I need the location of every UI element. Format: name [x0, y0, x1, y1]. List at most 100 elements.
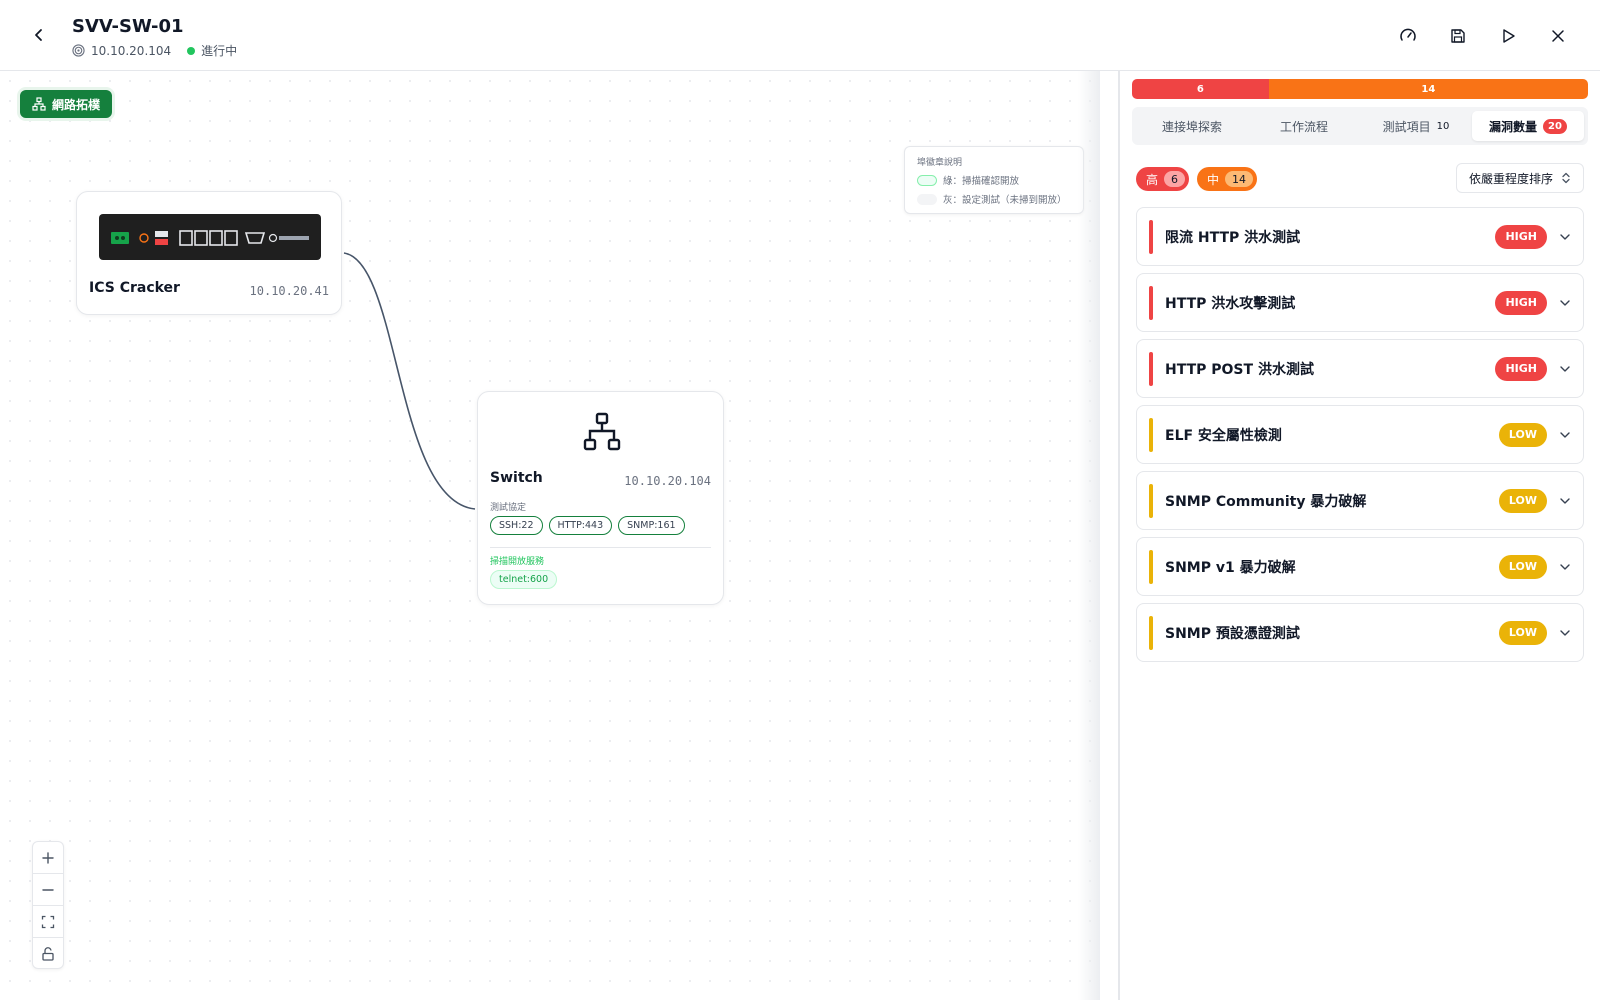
save-button[interactable] — [1444, 22, 1472, 50]
plus-icon — [42, 851, 54, 864]
device-image — [99, 214, 321, 260]
protocol-pill: SSH:22 — [490, 516, 543, 535]
severity-indicator — [1149, 220, 1153, 254]
lock-button[interactable] — [33, 938, 63, 970]
gauge-icon — [1400, 28, 1416, 41]
protocol-pill: HTTP:443 — [548, 516, 613, 535]
node-ics-cracker[interactable]: ICS Cracker 10.10.20.41 — [76, 191, 342, 315]
severity-indicator — [1149, 352, 1153, 386]
severity-badge: HIGH — [1495, 290, 1547, 315]
chevron-down-icon — [1560, 365, 1570, 372]
expand-button[interactable] — [1557, 493, 1573, 509]
topology-canvas[interactable]: 網路拓樸 埠徽章說明 綠：掃描確認開放 灰：設定測試（未掃到開放） ICS Cr… — [0, 71, 1100, 1000]
tab-label: 工作流程 — [1279, 119, 1328, 134]
expand-button[interactable] — [1557, 427, 1573, 443]
expand-button[interactable] — [1557, 625, 1573, 641]
tab-port-discovery[interactable]: 連接埠探索 — [1136, 111, 1248, 141]
legend-row-gray: 灰：設定測試（未掃到開放） — [917, 192, 1071, 206]
zoom-controls — [32, 841, 64, 969]
expand-button[interactable] — [1557, 361, 1573, 377]
header-actions — [1394, 22, 1572, 50]
severity-indicator — [1149, 550, 1153, 584]
gauge-button[interactable] — [1394, 22, 1422, 50]
legend-gray-label: 灰：設定測試（未掃到開放） — [943, 195, 1067, 206]
node-name: ICS Cracker — [89, 280, 180, 296]
tab-badge: 20 — [1543, 118, 1567, 134]
tab-vulnerabilities[interactable]: 漏洞數量 20 — [1472, 111, 1584, 141]
vulnerability-item[interactable]: SNMP Community 暴力破解 LOW — [1136, 471, 1584, 530]
service-pill: telnet:600 — [490, 570, 558, 589]
filter-chip-medium[interactable]: 中 14 — [1197, 167, 1258, 191]
close-button[interactable] — [1544, 22, 1572, 50]
save-icon — [1451, 29, 1465, 43]
switch-network-icon — [583, 412, 621, 451]
expand-button[interactable] — [1557, 559, 1573, 575]
node-switch[interactable]: Switch 10.10.20.104 測試協定 SSH:22 HTTP:443… — [477, 391, 724, 605]
tab-workflow[interactable]: 工作流程 — [1248, 111, 1360, 141]
port-badge-legend: 埠徽章說明 綠：掃描確認開放 灰：設定測試（未掃到開放） — [904, 146, 1084, 214]
severity-badge: HIGH — [1495, 224, 1547, 249]
vulnerability-title: 限流 HTTP 洪水測試 — [1165, 229, 1301, 246]
protocol-pill: SNMP:161 — [618, 516, 685, 535]
device-subline: 10.10.20.104 進行中 — [72, 42, 237, 59]
chevron-left-icon — [35, 29, 42, 41]
chip-count: 14 — [1225, 171, 1254, 187]
zoom-in-button[interactable] — [33, 842, 63, 874]
severity-segment-medium: 14 — [1268, 79, 1588, 99]
fullscreen-icon — [41, 915, 55, 928]
vulnerability-item[interactable]: SNMP v1 暴力破解 LOW — [1136, 537, 1584, 596]
severity-indicator — [1149, 616, 1153, 650]
vulnerability-item[interactable]: ELF 安全屬性檢測 LOW — [1136, 405, 1584, 464]
network-icon — [32, 97, 46, 111]
tab-label: 測試項目 — [1382, 119, 1431, 134]
chevron-down-icon — [1560, 563, 1570, 570]
vulnerability-list: 限流 HTTP 洪水測試 HIGH HTTP 洪水攻擊測試 HIGH HTTP POST… — [1136, 207, 1584, 669]
filter-chip-high[interactable]: 高 6 — [1136, 167, 1190, 191]
play-icon — [1503, 29, 1515, 43]
vulnerability-title: SNMP 預設憑證測試 — [1165, 625, 1300, 642]
open-service-list: telnet:600 — [490, 570, 558, 589]
severity-indicator — [1149, 286, 1153, 320]
vulnerability-item[interactable]: HTTP 洪水攻擊測試 HIGH — [1136, 273, 1584, 332]
vulnerability-title: SNMP v1 暴力破解 — [1165, 559, 1296, 576]
device-ip: 10.10.20.104 — [91, 43, 172, 58]
severity-badge: LOW — [1498, 554, 1547, 579]
vulnerability-title: SNMP Community 暴力破解 — [1165, 493, 1367, 510]
canvas-edge-shadow — [1078, 71, 1100, 1000]
severity-indicator — [1149, 418, 1153, 452]
severity-indicator — [1149, 484, 1153, 518]
node-divider — [490, 547, 711, 548]
play-button[interactable] — [1494, 22, 1522, 50]
chevron-down-icon — [1560, 431, 1570, 438]
page-title: SVV-SW-01 — [72, 16, 184, 37]
unlock-icon — [42, 947, 54, 961]
tab-test-items[interactable]: 測試項目 10 — [1360, 111, 1472, 141]
minus-icon — [42, 888, 54, 891]
test-protocols-label: 測試協定 — [490, 503, 527, 513]
chevron-down-icon — [1560, 233, 1570, 240]
back-button[interactable] — [26, 22, 52, 48]
topology-button-label: 網路拓樸 — [52, 97, 101, 112]
tab-count: 10 — [1436, 120, 1450, 132]
vulnerability-item[interactable]: 限流 HTTP 洪水測試 HIGH — [1136, 207, 1584, 266]
legend-row-green: 綠：掃描確認開放 — [917, 173, 1071, 187]
node-ip: 10.10.20.104 — [624, 474, 711, 488]
legend-swatch-green — [917, 174, 937, 186]
zoom-out-button[interactable] — [33, 874, 63, 906]
page-header: SVV-SW-01 10.10.20.104 進行中 — [0, 0, 1600, 71]
topology-button[interactable]: 網路拓樸 — [20, 90, 113, 118]
sort-label: 依嚴重程度排序 — [1468, 171, 1553, 186]
status-text: 進行中 — [201, 44, 238, 58]
tab-label: 連接埠探索 — [1161, 119, 1222, 134]
expand-button[interactable] — [1557, 295, 1573, 311]
fit-view-button[interactable] — [33, 906, 63, 938]
vulnerability-item[interactable]: HTTP POST 洪水測試 HIGH — [1136, 339, 1584, 398]
vulnerability-item[interactable]: SNMP 預設憑證測試 LOW — [1136, 603, 1584, 662]
legend-swatch-gray — [917, 193, 937, 205]
expand-button[interactable] — [1557, 229, 1573, 245]
status-dot — [187, 46, 196, 55]
chevron-down-icon — [1560, 629, 1570, 636]
severity-badge: HIGH — [1495, 356, 1547, 381]
sort-select[interactable]: 依嚴重程度排序 — [1455, 163, 1584, 193]
test-protocol-list: SSH:22 HTTP:443 SNMP:161 — [490, 516, 685, 535]
